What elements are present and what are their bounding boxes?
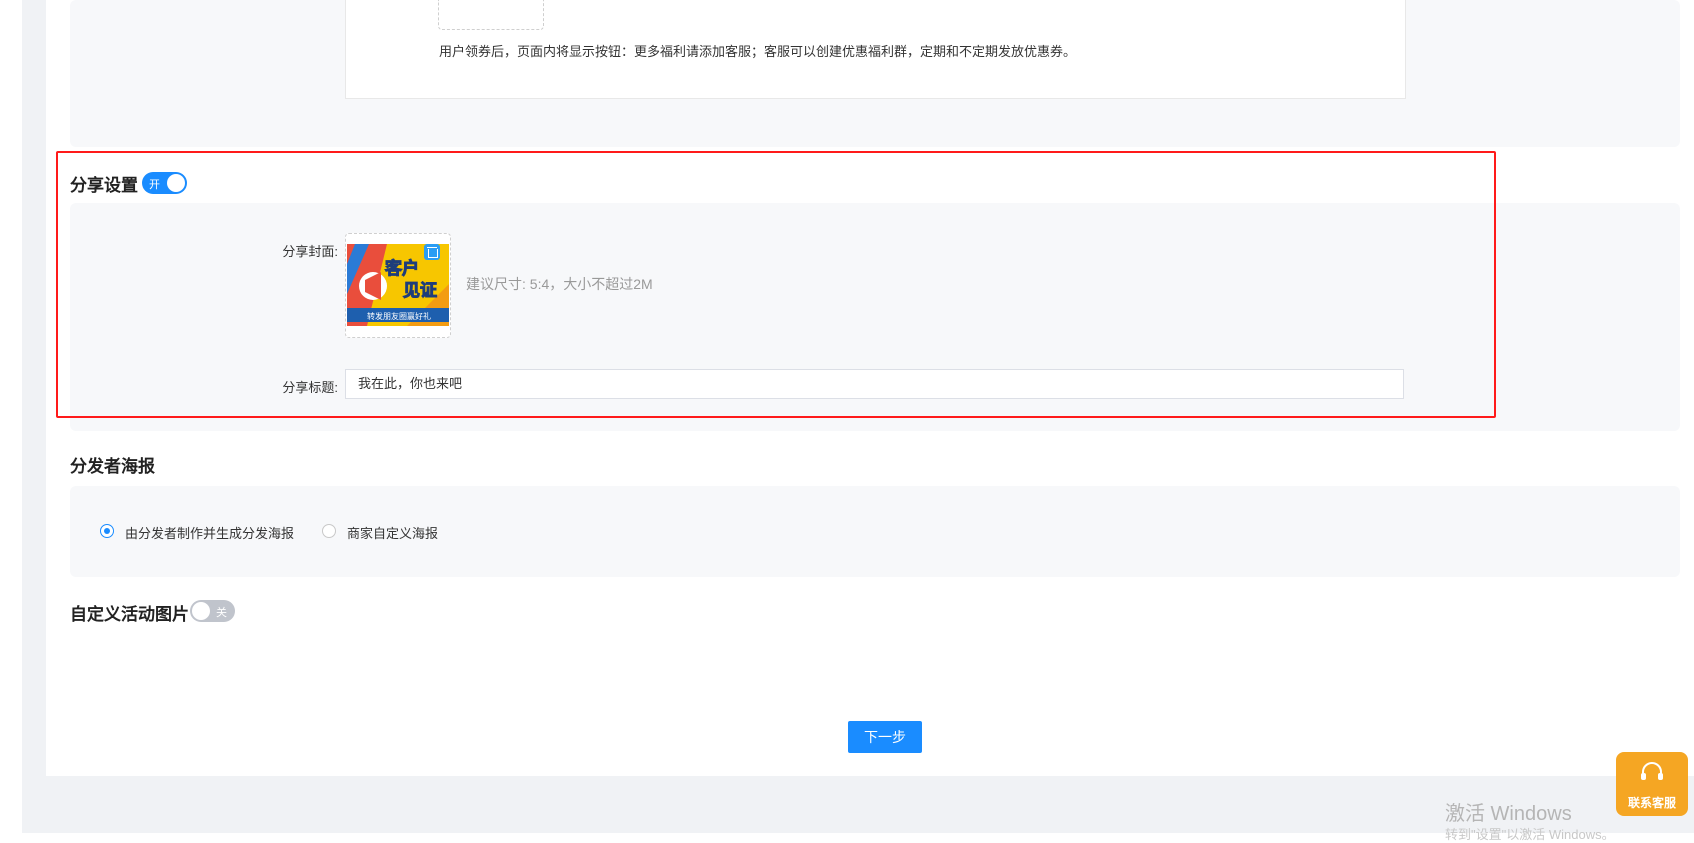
contact-support-button[interactable]: 联系客服 [1616,752,1688,816]
contact-support-label: 联系客服 [1627,796,1676,810]
poster-option-merchant-radio[interactable] [322,524,336,538]
upload-box[interactable] [438,0,544,30]
left-margin [0,0,22,833]
poster-option-distributor-label[interactable]: 由分发者制作并生成分发海报 [125,523,294,542]
custom-image-title: 自定义活动图片 [70,605,189,624]
toggle-off-label: 关 [216,607,227,619]
custom-image-toggle[interactable]: 关 [190,600,235,622]
highlight-frame [56,151,1496,418]
poster-option-merchant-label[interactable]: 商家自定义海报 [347,523,438,542]
next-step-button[interactable]: 下一步 [848,721,922,753]
headset-icon [1641,762,1663,780]
poster-option-distributor-radio[interactable] [100,524,114,538]
distributor-poster-title: 分发者海报 [70,457,155,476]
page-footer-background [22,776,1694,833]
windows-activation-subtext: 转到"设置"以激活 Windows。 [1445,827,1615,842]
toggle-knob [192,602,210,620]
page-gutter [22,0,46,833]
windows-activation-watermark: 激活 Windows [1445,803,1572,825]
distributor-poster-panel [70,486,1680,577]
coupon-tip-text: 用户领券后，页面内将显示按钮：更多福利请添加客服；客服可以创建优惠福利群，定期和… [439,44,1077,59]
